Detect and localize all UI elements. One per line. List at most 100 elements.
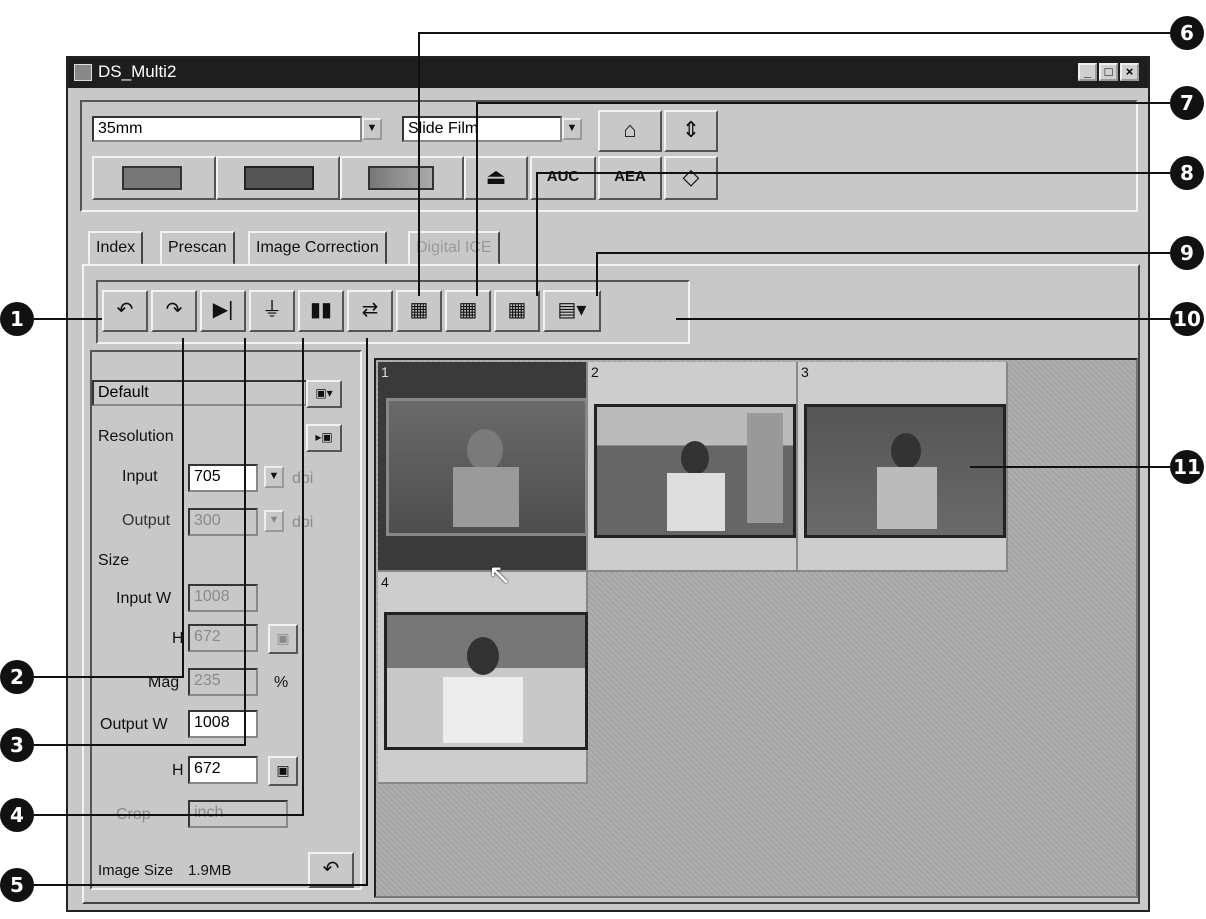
callout-10: 10 [1170, 302, 1204, 336]
resolution-menu-button[interactable]: ▸▣ [306, 424, 342, 452]
mouse-cursor-icon: ↖ [488, 559, 512, 590]
eject-button[interactable]: ⏏ [464, 156, 528, 200]
preset-select[interactable]: Default [92, 380, 307, 406]
thumbnail-number: 3 [801, 364, 809, 380]
rotate-button[interactable]: ◇ [664, 156, 718, 200]
thumbnail-1[interactable]: 1 [378, 362, 588, 572]
preview-film-icon [122, 166, 182, 190]
film-type-select[interactable]: Slide Film [402, 116, 562, 142]
lock-icon: ▣ [276, 762, 290, 778]
thumbnail-number: 4 [381, 574, 389, 590]
mag-field[interactable]: 235 [188, 668, 258, 696]
output-lock-button[interactable]: ▣ [268, 756, 298, 786]
preset-menu-icon: ▣▾ [315, 386, 333, 400]
view-options-icon: ▤▾ [557, 299, 587, 321]
callout-7-leader [476, 102, 1170, 104]
mag-unit: % [274, 674, 289, 691]
film-format-select[interactable]: 35mm [92, 116, 362, 142]
rotate-right-icon: ↷ [165, 299, 183, 321]
callout-1: 1 [0, 302, 34, 336]
input-res-label: Input [122, 468, 158, 485]
fit-icon: ⇕ [681, 117, 701, 142]
preset-menu-button[interactable]: ▣▾ [306, 380, 342, 408]
index-scan-button[interactable] [216, 156, 340, 200]
auto-exposure-button[interactable]: AUC [530, 156, 596, 200]
tab-digital-ice[interactable]: Digital ICE [408, 231, 500, 265]
flip-horizontal-button[interactable]: ▶| [200, 290, 246, 332]
scan-icon [368, 166, 434, 190]
input-h-field[interactable]: 672 [188, 624, 258, 652]
callout-9-leader-v [596, 252, 598, 296]
input-res-dropdown[interactable]: ▼ [264, 466, 284, 488]
callout-8-leader-v [536, 172, 538, 296]
callout-2-leader [34, 676, 184, 678]
help-icon: ⌂ [623, 117, 637, 142]
fit-button[interactable]: ⇕ [664, 110, 718, 152]
callout-3: 3 [0, 728, 34, 762]
resolution-menu-icon: ▸▣ [315, 430, 333, 444]
flip-horizontal-icon: ▶| [212, 299, 234, 321]
reset-button[interactable]: ↶ [308, 852, 354, 888]
tab-index[interactable]: Index [88, 231, 144, 265]
select-none-button[interactable]: ▦ [494, 290, 540, 332]
select-all-button[interactable]: ▦ [396, 290, 442, 332]
input-res-field[interactable]: 705 [188, 464, 258, 492]
callout-5: 5 [0, 868, 34, 902]
rotate-icon: ◇ [682, 164, 700, 189]
ae-lock-label: AEA [614, 168, 646, 185]
title-bar[interactable]: DS_Multi2 _ □ × [68, 58, 1148, 88]
app-window: DS_Multi2 _ □ × 35mm ▼ Slide Film ▼ ⌂ ⇕ … [66, 56, 1150, 912]
lock-icon: ▣ [276, 630, 290, 646]
film-format-dropdown-button[interactable]: ▼ [362, 118, 382, 140]
callout-11: 11 [1170, 450, 1204, 484]
output-res-label: Output [122, 512, 171, 529]
swap-button[interactable]: ⇄ [347, 290, 393, 332]
callout-7: 7 [1170, 86, 1204, 120]
output-h-field[interactable]: 672 [188, 756, 258, 784]
help-button[interactable]: ⌂ [598, 110, 662, 152]
rotate-left-button[interactable]: ↶ [102, 290, 148, 332]
tab-image-correction[interactable]: Image Correction [248, 231, 387, 265]
minimize-button[interactable]: _ [1078, 63, 1097, 81]
maximize-button[interactable]: □ [1099, 63, 1118, 81]
input-w-field[interactable]: 1008 [188, 584, 258, 612]
thumbnail-image [804, 404, 1006, 538]
prescan-button[interactable] [92, 156, 216, 200]
mirror-button[interactable]: ▮▮ [298, 290, 344, 332]
input-lock-button[interactable]: ▣ [268, 624, 298, 654]
select-range-button[interactable]: ▦ [445, 290, 491, 332]
film-type-dropdown-button[interactable]: ▼ [562, 118, 582, 140]
select-all-icon: ▦ [409, 299, 429, 321]
output-res-dropdown[interactable]: ▼ [264, 510, 284, 532]
image-size-value: 1.9MB [188, 862, 232, 879]
ae-lock-button[interactable]: AEA [598, 156, 662, 200]
select-none-icon: ▦ [507, 299, 527, 321]
callout-9-leader [596, 252, 1170, 254]
callout-8-leader [536, 172, 1170, 174]
flip-vertical-icon: ⏚ [262, 299, 282, 321]
output-w-field[interactable]: 1008 [188, 710, 258, 738]
rotate-right-button[interactable]: ↷ [151, 290, 197, 332]
index-film-icon [244, 166, 314, 190]
thumbnail-2[interactable]: 2 [588, 362, 798, 572]
callout-5-leader [34, 884, 368, 886]
tab-prescan[interactable]: Prescan [160, 231, 235, 265]
thumbnail-number: 1 [381, 364, 389, 380]
mirror-icon: ▮▮ [309, 299, 332, 321]
callout-1-leader [34, 318, 102, 320]
image-size-label: Image Size [98, 862, 174, 879]
output-h-label: H [172, 762, 184, 779]
output-res-field[interactable]: 300 [188, 508, 258, 536]
callout-4-leader-v [302, 338, 304, 816]
view-options-button[interactable]: ▤▾ [543, 290, 601, 332]
input-w-label: Input W [116, 590, 172, 607]
resolution-label: Resolution [98, 428, 174, 445]
select-range-icon: ▦ [458, 299, 478, 321]
thumbnail-4[interactable]: 4 [378, 572, 588, 784]
close-button[interactable]: × [1120, 63, 1139, 81]
size-label: Size [98, 552, 130, 569]
flip-vertical-button[interactable]: ⏚ [249, 290, 295, 332]
thumbnail-image [594, 404, 796, 538]
scan-button[interactable] [340, 156, 464, 200]
output-w-label: Output W [100, 716, 168, 733]
